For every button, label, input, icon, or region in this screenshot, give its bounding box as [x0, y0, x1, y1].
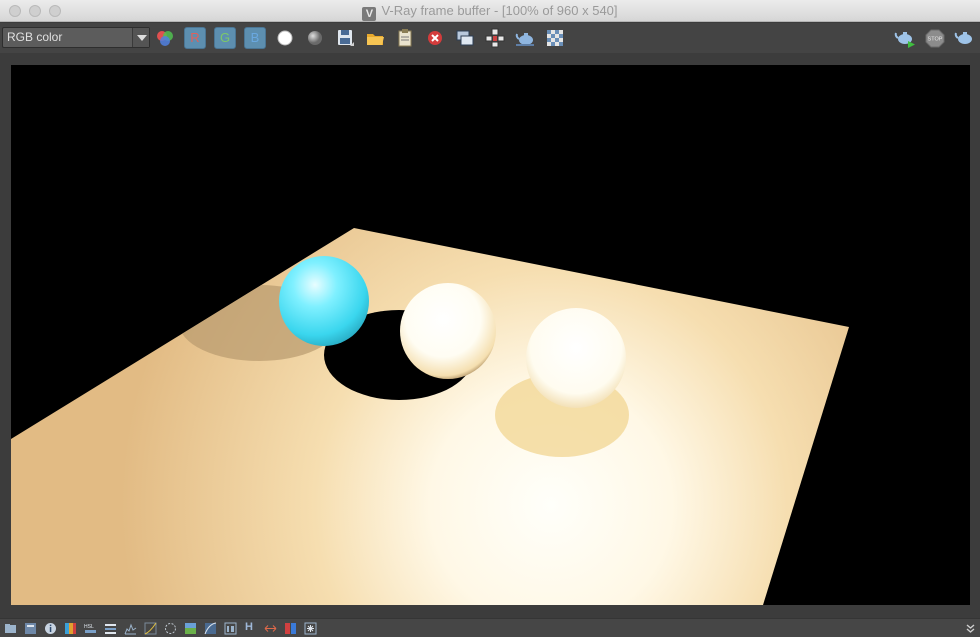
exposure-icon[interactable]: [164, 622, 177, 635]
title-bar: V V-Ray frame buffer - [100% of 960 x 540…: [0, 0, 980, 22]
svg-text:HSL: HSL: [84, 624, 94, 630]
histogram-icon[interactable]: [124, 622, 137, 635]
copy-to-clipboard-icon[interactable]: [394, 27, 416, 49]
history-icon[interactable]: [4, 622, 17, 635]
chevron-down-icon[interactable]: [132, 28, 149, 47]
toolbar: RGB color R G B STOP: [0, 23, 980, 53]
ground-plane: [11, 228, 849, 605]
h-label[interactable]: H: [245, 621, 253, 633]
layers-icon[interactable]: [24, 622, 37, 635]
lens-effects-icon[interactable]: [304, 622, 317, 635]
status-bar: HSL H: [0, 618, 980, 637]
rendered-image: [11, 228, 849, 605]
right-white-sphere: [526, 308, 626, 408]
info-icon[interactable]: [44, 622, 57, 635]
blue-channel-button[interactable]: B: [244, 27, 266, 49]
save-image-icon[interactable]: [334, 27, 356, 49]
channel-select[interactable]: RGB color: [2, 27, 150, 48]
background-image-icon[interactable]: [184, 622, 197, 635]
render-icon[interactable]: [894, 27, 916, 49]
red-channel-button[interactable]: R: [184, 27, 206, 49]
render-last-icon[interactable]: [954, 27, 976, 49]
color-correction-icon[interactable]: [154, 27, 176, 49]
cyan-sphere: [279, 256, 369, 346]
middle-white-sphere: [400, 283, 496, 379]
hsl-icon[interactable]: HSL: [84, 622, 97, 635]
green-channel-button[interactable]: G: [214, 27, 236, 49]
show-stats-icon[interactable]: [224, 622, 237, 635]
gray-point-icon[interactable]: [304, 27, 326, 49]
load-image-icon[interactable]: [364, 27, 386, 49]
stop-label: STOP: [928, 37, 943, 43]
curves-icon[interactable]: [144, 622, 157, 635]
channel-select-value: RGB color: [7, 30, 63, 44]
clear-image-icon[interactable]: [424, 27, 446, 49]
track-mouse-icon[interactable]: [484, 27, 506, 49]
color-balance-icon[interactable]: [284, 622, 297, 635]
region-render-icon[interactable]: [514, 27, 536, 49]
window-title-wrap: V V-Ray frame buffer - [100% of 960 x 540…: [0, 3, 980, 21]
window-title: V-Ray frame buffer - [100% of 960 x 540]: [381, 3, 618, 18]
duplicate-to-history-icon[interactable]: [454, 27, 476, 49]
stop-icon[interactable]: STOP: [924, 27, 946, 49]
checker-icon[interactable]: [544, 27, 566, 49]
lut-icon[interactable]: [64, 622, 77, 635]
compare-icon[interactable]: [264, 622, 277, 635]
vray-logo-icon: V: [362, 7, 377, 21]
render-viewport[interactable]: [11, 65, 970, 605]
white-point-icon[interactable]: [274, 27, 296, 49]
white-balance-icon[interactable]: [204, 622, 217, 635]
expand-icon[interactable]: [964, 622, 977, 635]
levels-icon[interactable]: [104, 622, 117, 635]
